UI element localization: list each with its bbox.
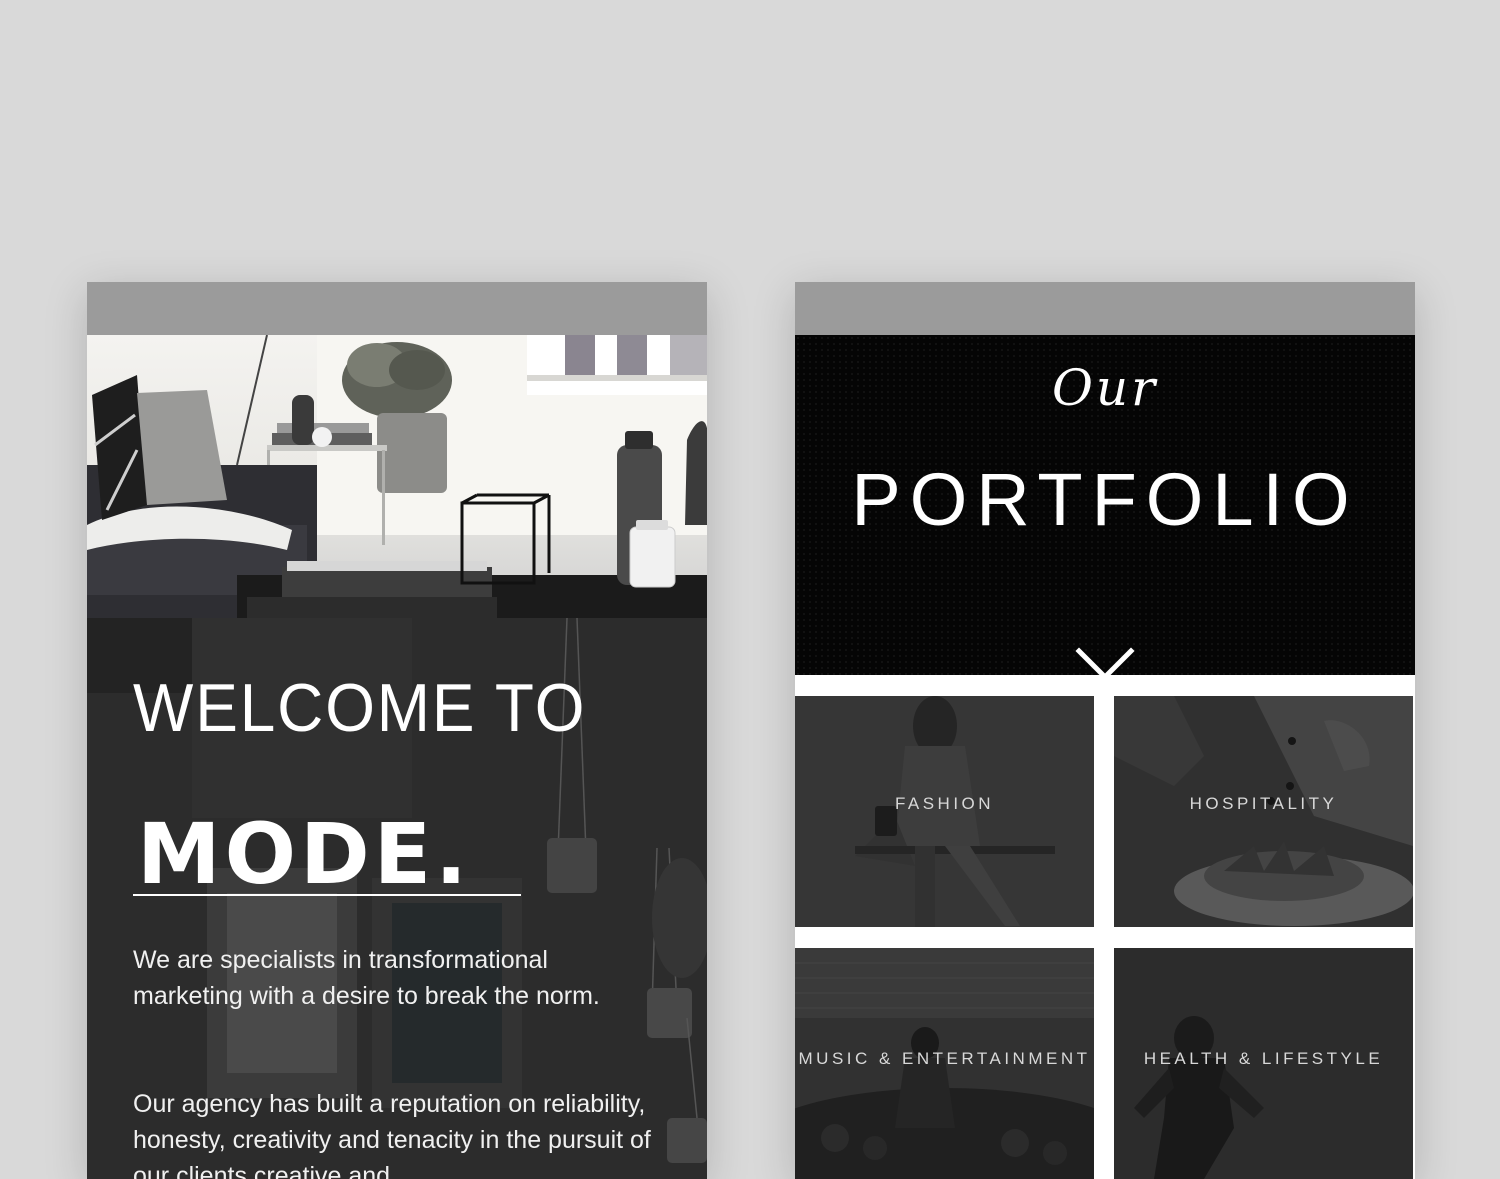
headline-welcome-to: WELCOME TO [133, 670, 587, 746]
tile-label-health-lifestyle: HEALTH & LIFESTYLE [1143, 1049, 1384, 1068]
tile-label-fashion: FASHION [894, 794, 995, 813]
portfolio-tile-fashion[interactable]: FASHION [795, 696, 1094, 927]
portfolio-tile-music-entertainment[interactable]: MUSIC & ENTERTAINMENT [795, 948, 1094, 1179]
agency-paragraph: Our agency has built a reputation on rel… [133, 1090, 651, 1179]
hero-interior-photo [87, 335, 707, 618]
phone-screen-welcome: WELCOME TO MODE. We are specialists in t… [87, 282, 707, 1179]
phone-screen-portfolio: Our PORTFOLIO FASHION HOSPITALITY MUSIC … [795, 282, 1415, 1179]
portfolio-header: Our PORTFOLIO [795, 335, 1415, 681]
intro-paragraph: We are specialists in transformational m… [133, 946, 600, 1010]
chevron-down-icon[interactable] [1075, 645, 1135, 685]
portfolio-tile-health-lifestyle[interactable]: HEALTH & LIFESTYLE [1114, 948, 1413, 1179]
headline-underline [133, 894, 521, 896]
portfolio-tile-hospitality[interactable]: HOSPITALITY [1114, 696, 1413, 927]
title-portfolio: PORTFOLIO [851, 458, 1359, 541]
headline-brand-name: MODE. [137, 805, 472, 903]
status-bar [87, 282, 707, 335]
tile-label-music-entertainment: MUSIC & ENTERTAINMENT [798, 1049, 1091, 1068]
tile-label-hospitality: HOSPITALITY [1189, 794, 1338, 813]
status-bar [795, 282, 1415, 335]
title-script-our: Our [1051, 359, 1159, 417]
